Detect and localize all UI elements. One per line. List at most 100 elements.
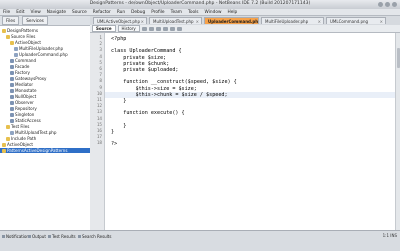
tree-item-label: MultiFileUploader.php	[19, 46, 64, 51]
close-tab-icon[interactable]: ×	[318, 19, 321, 24]
tree-item[interactable]: Source Files	[6, 34, 35, 39]
code-line[interactable]: }	[111, 98, 126, 104]
code-line[interactable]: function execute() {	[111, 110, 184, 116]
panel-icon	[48, 234, 51, 238]
comment-icon[interactable]	[169, 26, 175, 31]
tree-item[interactable]: Monostate	[10, 88, 37, 93]
bottom-tab[interactable]: Test Results	[48, 233, 76, 239]
insert-mode: INS	[390, 233, 397, 238]
folder-icon	[6, 124, 10, 129]
tree-item-label: MultiUploadTest.php	[15, 130, 57, 135]
tree-item[interactable]: Repository	[10, 106, 37, 111]
tree-item[interactable]: Test Files	[6, 124, 29, 129]
pkg-icon	[10, 112, 14, 117]
menu-tools[interactable]: Tools	[188, 10, 199, 15]
menu-window[interactable]: Window	[205, 10, 222, 15]
minimize-button[interactable]	[378, 1, 383, 7]
tree-item-label: Repository	[15, 106, 37, 111]
editor-tab-label: UMLActiveObject.php	[97, 18, 140, 24]
tree-item[interactable]: StaticAccess	[10, 118, 41, 123]
menu-debug[interactable]: Debug	[131, 10, 145, 15]
close-button[interactable]	[392, 1, 397, 7]
editor-tab[interactable]: UMLCommand.png ×	[326, 17, 386, 24]
left-panel-tabs: Files Services	[0, 16, 90, 26]
tab-services[interactable]: Services	[22, 16, 48, 25]
code-line[interactable]: private $uploaded;	[111, 67, 178, 73]
menu-profile[interactable]: Profile	[151, 10, 164, 15]
pkg-icon	[10, 88, 14, 93]
source-button[interactable]: Source	[92, 25, 116, 32]
tree-item[interactable]: NullObject	[10, 94, 36, 99]
tree-item[interactable]: Command	[10, 58, 36, 63]
tree-item[interactable]: Observer	[10, 100, 34, 105]
tree-item[interactable]: MultiFileUploader.php	[14, 46, 63, 51]
tree-item[interactable]: Include Path	[6, 136, 36, 141]
menu-refactor[interactable]: Refactor	[93, 10, 111, 15]
pkg-icon	[10, 76, 14, 81]
editor-tab[interactable]: UMLActiveObject.php ×	[93, 17, 147, 24]
folder-icon	[6, 136, 10, 141]
close-tab-icon[interactable]: ×	[141, 19, 144, 24]
code-line[interactable]: <?php	[111, 36, 126, 42]
status-info: 1:1 INS	[383, 233, 397, 238]
bottom-tab[interactable]: Output	[28, 233, 46, 239]
tree-item[interactable]: GatewaysProxy	[10, 76, 46, 81]
code-line[interactable]: $this->chunk = $size / $speed;	[105, 91, 395, 98]
menu-file[interactable]: File	[3, 10, 10, 15]
tree-item[interactable]: Facade	[10, 64, 29, 69]
tab-files[interactable]: Files	[2, 16, 20, 25]
editor-tab-label: UploaderCommand.php	[208, 18, 259, 24]
tree-item-label: StaticAccess	[15, 118, 41, 123]
history-button[interactable]: History	[117, 25, 140, 32]
menu-team[interactable]: Team	[171, 10, 182, 15]
forward-icon[interactable]	[148, 26, 154, 31]
code-line[interactable]: ?>	[111, 141, 117, 147]
tree-item[interactable]: DesignPatterns	[2, 28, 38, 33]
close-tab-icon[interactable]: ×	[380, 19, 383, 24]
pkg-icon	[10, 106, 14, 111]
maximize-button[interactable]	[385, 1, 390, 7]
editor-tab-label: MultiUploadTest.php	[153, 18, 194, 24]
bottom-tab-label: Search Results	[82, 233, 112, 239]
tree-item-label: Test Files	[11, 124, 30, 129]
bookmark-icon[interactable]	[162, 26, 168, 31]
source-toolbar: Source History	[90, 25, 400, 33]
editor-tab[interactable]: UploaderCommand.php×	[204, 17, 259, 24]
cursor-position: 1:1	[382, 233, 389, 238]
tree-item[interactable]: PatternsActiveDesignPatterns	[0, 148, 90, 153]
panel-icon	[78, 234, 81, 238]
editor-tab[interactable]: MultiFileUploader.php ×	[261, 17, 324, 24]
project-tree: DesignPatterns Source Files ActiveObject Mu…	[0, 26, 91, 230]
tree-item[interactable]: MultiUploadTest.php	[10, 130, 57, 135]
tree-item[interactable]: ActiveObject	[2, 142, 33, 147]
tree-item-label: Mediator	[15, 82, 34, 87]
menu-navigate[interactable]: Navigate	[47, 10, 66, 15]
menu-run[interactable]: Run	[117, 10, 125, 15]
editor-tab[interactable]: MultiUploadTest.php ×	[149, 17, 202, 24]
tree-item[interactable]: ActiveObject	[10, 40, 41, 45]
editor-tab-label: MultiFileUploader.php	[265, 18, 309, 24]
tree-item[interactable]: UploaderCommand.php	[14, 52, 68, 57]
menu-source[interactable]: Source	[72, 10, 87, 15]
code-line[interactable]: }	[111, 129, 114, 135]
editor-tab-label: UMLCommand.png	[330, 18, 369, 24]
tree-item[interactable]: Singleton	[10, 112, 34, 117]
tree-item-label: Monostate	[15, 88, 37, 93]
close-tab-icon[interactable]: ×	[196, 19, 199, 24]
editor-scrollbar[interactable]	[395, 33, 400, 230]
search-icon[interactable]	[155, 26, 161, 31]
menu-help[interactable]: Help	[227, 10, 237, 15]
run-icon[interactable]	[176, 26, 182, 31]
code-editor[interactable]: 1 <?php 2 3 class UploaderCommand {4 private…	[90, 33, 395, 230]
tree-item[interactable]: Mediator	[10, 82, 33, 87]
menu-view[interactable]: View	[31, 10, 41, 15]
tree-item-label: UploaderCommand.php	[19, 52, 68, 57]
back-icon[interactable]	[141, 26, 147, 31]
tree-item[interactable]: Factory	[10, 70, 30, 75]
menu-edit[interactable]: Edit	[16, 10, 24, 15]
tree-item-label: Command	[15, 58, 37, 63]
folder-icon	[2, 142, 6, 147]
bottom-tab[interactable]: Search Results	[78, 233, 111, 239]
bottom-tab[interactable]: Notifications	[2, 233, 31, 239]
folder-icon	[6, 34, 10, 39]
